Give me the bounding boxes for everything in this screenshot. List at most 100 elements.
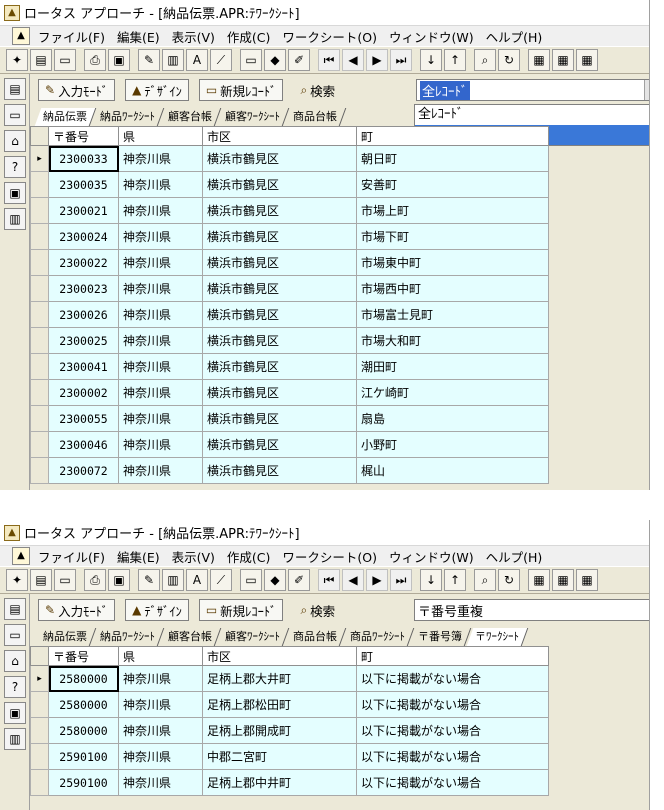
open-file-icon[interactable]: ▭ [4, 104, 26, 126]
cell-town[interactable]: 安善町 [356, 171, 549, 198]
tab-shohin-daicho[interactable]: 商品台帳 [284, 108, 347, 126]
cell-pref[interactable]: 神奈川県 [118, 665, 203, 692]
menu-file[interactable]: ファイル(F) [32, 27, 111, 46]
row-selector[interactable] [30, 197, 49, 224]
folder-icon[interactable]: ▭ [54, 569, 76, 591]
cell-city[interactable]: 横浜市鶴見区 [202, 405, 357, 432]
cell-city[interactable]: 横浜市鶴見区 [202, 145, 357, 172]
tab-shohin-daicho[interactable]: 商品台帳 [284, 628, 347, 646]
cell-city[interactable]: 横浜市鶴見区 [202, 379, 357, 406]
search-button[interactable]: ⌕ 検索 [293, 599, 343, 621]
design-button[interactable]: ▲ ﾃﾞｻﾞｲﾝ [125, 599, 189, 621]
cell-town[interactable]: 市場上町 [356, 197, 549, 224]
cell-town[interactable]: 以下に掲載がない場合 [356, 717, 549, 744]
menu-create[interactable]: 作成(C) [221, 27, 276, 46]
sort-descending-icon[interactable]: ↑ [444, 49, 466, 71]
cell-city[interactable]: 横浜市鶴見区 [202, 431, 357, 458]
cell-pref[interactable]: 神奈川県 [118, 249, 203, 276]
design-button[interactable]: ▲ ﾃﾞｻﾞｲﾝ [125, 79, 189, 101]
column-header-city[interactable]: 市区 [202, 126, 357, 146]
cell-town[interactable]: 朝日町 [356, 145, 549, 172]
column-header-zip[interactable]: 〒番号 [48, 126, 119, 146]
table-row[interactable]: 2300023 神奈川県 横浜市鶴見区 市場西中町 [30, 275, 549, 302]
table-row[interactable]: 2580000 神奈川県 足柄上郡松田町 以下に掲載がない場合 [30, 691, 549, 718]
input-mode-button[interactable]: ✎ 入力ﾓｰﾄﾞ [38, 79, 116, 101]
cell-zip[interactable]: 2300026 [48, 301, 119, 328]
table-row[interactable]: 2300026 神奈川県 横浜市鶴見区 市場富士見町 [30, 301, 549, 328]
cell-zip[interactable]: 2300022 [48, 249, 119, 276]
find-sort-icon[interactable]: ⌕ [474, 569, 496, 591]
cell-town[interactable]: 梶山 [356, 457, 549, 484]
cell-city[interactable]: 横浜市鶴見区 [202, 197, 357, 224]
cell-zip[interactable]: 2300055 [48, 405, 119, 432]
dropdown-option[interactable]: 全ﾚｺｰﾄﾞ [415, 105, 649, 125]
sort-descending-icon[interactable]: ↑ [444, 569, 466, 591]
cell-zip[interactable]: 2300033 [48, 145, 119, 172]
cell-city[interactable]: 横浜市鶴見区 [202, 457, 357, 484]
row-selector[interactable] [30, 769, 49, 796]
cell-city[interactable]: 中郡二宮町 [202, 743, 357, 770]
building-icon[interactable]: ▥ [4, 208, 26, 230]
document-menu-icon[interactable]: ▲ [12, 27, 30, 45]
cell-zip[interactable]: 2580000 [48, 717, 119, 744]
view-grid-2-icon[interactable]: ▦ [552, 49, 574, 71]
cell-zip[interactable]: 2590100 [48, 769, 119, 796]
forms-icon[interactable]: ▤ [4, 78, 26, 100]
sort-ascending-icon[interactable]: ↓ [420, 569, 442, 591]
row-selector[interactable] [30, 353, 49, 380]
table-row[interactable]: 2300072 神奈川県 横浜市鶴見区 梶山 [30, 457, 549, 484]
cell-town[interactable]: 以下に掲載がない場合 [356, 743, 549, 770]
cell-pref[interactable]: 神奈川県 [118, 145, 203, 172]
cell-zip[interactable]: 2300035 [48, 171, 119, 198]
table-row[interactable]: ▸ 2580000 神奈川県 足柄上郡大井町 以下に掲載がない場合 [30, 665, 549, 692]
cell-zip[interactable]: 2300041 [48, 353, 119, 380]
tab-yubin-worksheet[interactable]: 〒ﾜｰｸｼｰﾄ [466, 628, 529, 646]
cell-pref[interactable]: 神奈川県 [118, 743, 203, 770]
cell-town[interactable]: 市場富士見町 [356, 301, 549, 328]
computer-icon[interactable]: ▣ [4, 702, 26, 724]
folder-icon[interactable]: ▭ [54, 49, 76, 71]
table-row[interactable]: 2300021 神奈川県 横浜市鶴見区 市場上町 [30, 197, 549, 224]
table-row[interactable]: 2300024 神奈川県 横浜市鶴見区 市場下町 [30, 223, 549, 250]
column-header-zip[interactable]: 〒番号 [48, 646, 119, 666]
menu-view[interactable]: 表示(V) [166, 547, 221, 566]
home-icon[interactable]: ⌂ [4, 650, 26, 672]
cell-town[interactable]: 市場西中町 [356, 275, 549, 302]
help-icon[interactable]: ? [4, 156, 26, 178]
cell-city[interactable]: 横浜市鶴見区 [202, 223, 357, 250]
cell-pref[interactable]: 神奈川県 [118, 353, 203, 380]
cell-zip[interactable]: 2300046 [48, 431, 119, 458]
cell-city[interactable]: 足柄上郡開成町 [202, 717, 357, 744]
cell-pref[interactable]: 神奈川県 [118, 301, 203, 328]
table-row[interactable]: 2300025 神奈川県 横浜市鶴見区 市場大和町 [30, 327, 549, 354]
button-tool-icon[interactable]: ◆ [264, 569, 286, 591]
new-record-button[interactable]: ▭ 新規ﾚｺｰﾄﾞ [198, 599, 284, 621]
cell-pref[interactable]: 神奈川県 [118, 379, 203, 406]
new-record-button[interactable]: ▭ 新規ﾚｺｰﾄﾞ [198, 79, 284, 101]
menu-view[interactable]: 表示(V) [166, 27, 221, 46]
cell-zip[interactable]: 2580000 [48, 665, 119, 692]
cell-city[interactable]: 足柄上郡松田町 [202, 691, 357, 718]
forms-icon[interactable]: ▤ [4, 598, 26, 620]
cell-town[interactable]: 市場下町 [356, 223, 549, 250]
row-selector[interactable] [30, 405, 49, 432]
prev-record-icon[interactable]: ◀ [342, 569, 364, 591]
preview-icon[interactable]: ▣ [108, 49, 130, 71]
cell-city[interactable]: 足柄上郡大井町 [202, 665, 357, 692]
building-icon[interactable]: ▥ [4, 728, 26, 750]
new-icon[interactable]: ✦ [6, 569, 28, 591]
prev-record-icon[interactable]: ◀ [342, 49, 364, 71]
paint-icon[interactable]: ✐ [288, 569, 310, 591]
table-row[interactable]: 2300055 神奈川県 横浜市鶴見区 扇島 [30, 405, 549, 432]
paint-icon[interactable]: ✐ [288, 49, 310, 71]
row-selector[interactable] [30, 223, 49, 250]
tab-nohin-denpyo[interactable]: 納品伝票 [34, 108, 97, 126]
open-icon[interactable]: ▤ [30, 49, 52, 71]
named-find-select[interactable]: 全ﾚｺｰﾄﾞ ▼ [416, 79, 649, 101]
menu-edit[interactable]: 編集(E) [111, 27, 166, 46]
table-row[interactable]: 2300041 神奈川県 横浜市鶴見区 潮田町 [30, 353, 549, 380]
table-row[interactable]: 2300035 神奈川県 横浜市鶴見区 安善町 [30, 171, 549, 198]
chevron-down-icon[interactable]: ▼ [644, 80, 649, 100]
pen-icon[interactable]: ✎ [138, 569, 160, 591]
draw-icon[interactable]: ⟋ [210, 49, 232, 71]
